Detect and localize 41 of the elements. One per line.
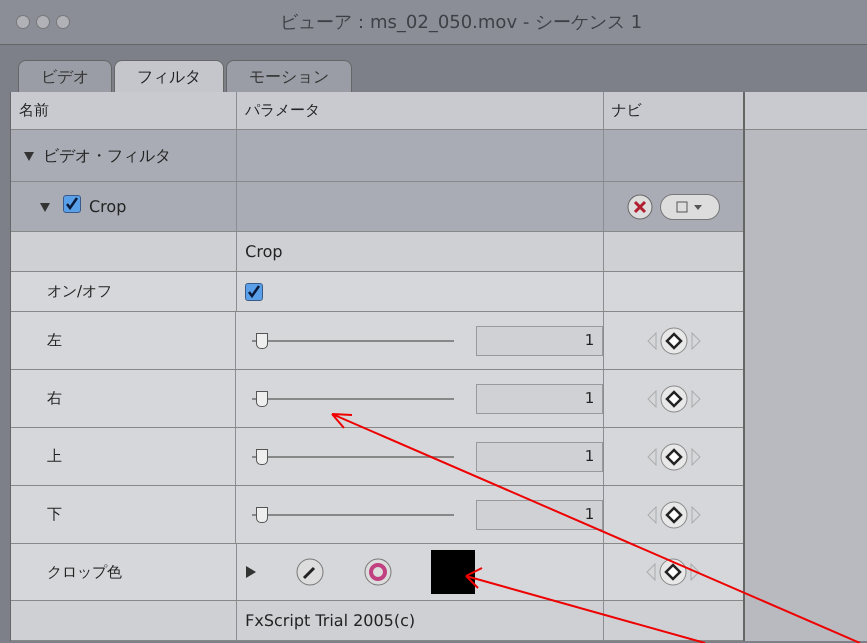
checkbox[interactable]: [245, 282, 264, 300]
column-header[interactable]: パラメータ: [245, 99, 320, 122]
disclosure-triangle-icon[interactable]: [39, 200, 51, 212]
disclosure-triangle-icon[interactable]: [245, 565, 258, 579]
section-label: FxScript Trial 2005(c): [245, 610, 416, 632]
value-field[interactable]: 1: [476, 442, 604, 472]
slider-thumb[interactable]: [256, 390, 268, 406]
color-wheel-button[interactable]: [363, 557, 394, 587]
tab[interactable]: ビデオ: [18, 60, 112, 92]
parameter-name: 下: [47, 504, 62, 526]
parameter-name: 左: [47, 330, 62, 352]
tab[interactable]: モーション: [226, 60, 352, 92]
add-keyframe-button[interactable]: [658, 500, 689, 530]
add-keyframe-button[interactable]: [658, 326, 689, 356]
add-keyframe-button[interactable]: [658, 384, 689, 414]
slider-thumb[interactable]: [256, 448, 268, 464]
add-keyframe-button[interactable]: [658, 557, 688, 587]
section-label: Crop: [245, 240, 283, 262]
tab[interactable]: フィルタ: [114, 60, 224, 92]
eyedropper-button[interactable]: [295, 557, 326, 587]
disclosure-triangle-icon[interactable]: [23, 150, 35, 162]
checkbox[interactable]: [63, 195, 81, 214]
value-field[interactable]: 1: [476, 326, 604, 356]
next-keyframe-icon[interactable]: [690, 563, 700, 581]
parameter-name: 上: [47, 446, 62, 468]
parameter-name: 右: [47, 388, 62, 410]
parameter-name: Crop: [89, 196, 126, 218]
color-swatch[interactable]: [431, 550, 476, 594]
parameter-name: オン/オフ: [47, 281, 112, 302]
column-header[interactable]: ナビ: [612, 99, 642, 122]
remove-button[interactable]: [626, 192, 654, 220]
slider-thumb[interactable]: [256, 506, 268, 522]
slider-thumb[interactable]: [256, 332, 268, 348]
parameter-name: クロップ色: [47, 562, 122, 583]
value-field[interactable]: 1: [476, 500, 604, 530]
window-title: ビューア：ms_02_050.mov - シーケンス 1: [280, 10, 642, 34]
parameter-name: ビデオ・フィルタ: [43, 144, 171, 166]
column-header[interactable]: 名前: [19, 99, 49, 122]
options-dropdown[interactable]: [660, 194, 720, 220]
add-keyframe-button[interactable]: [658, 442, 689, 472]
value-field[interactable]: 1: [476, 384, 604, 414]
